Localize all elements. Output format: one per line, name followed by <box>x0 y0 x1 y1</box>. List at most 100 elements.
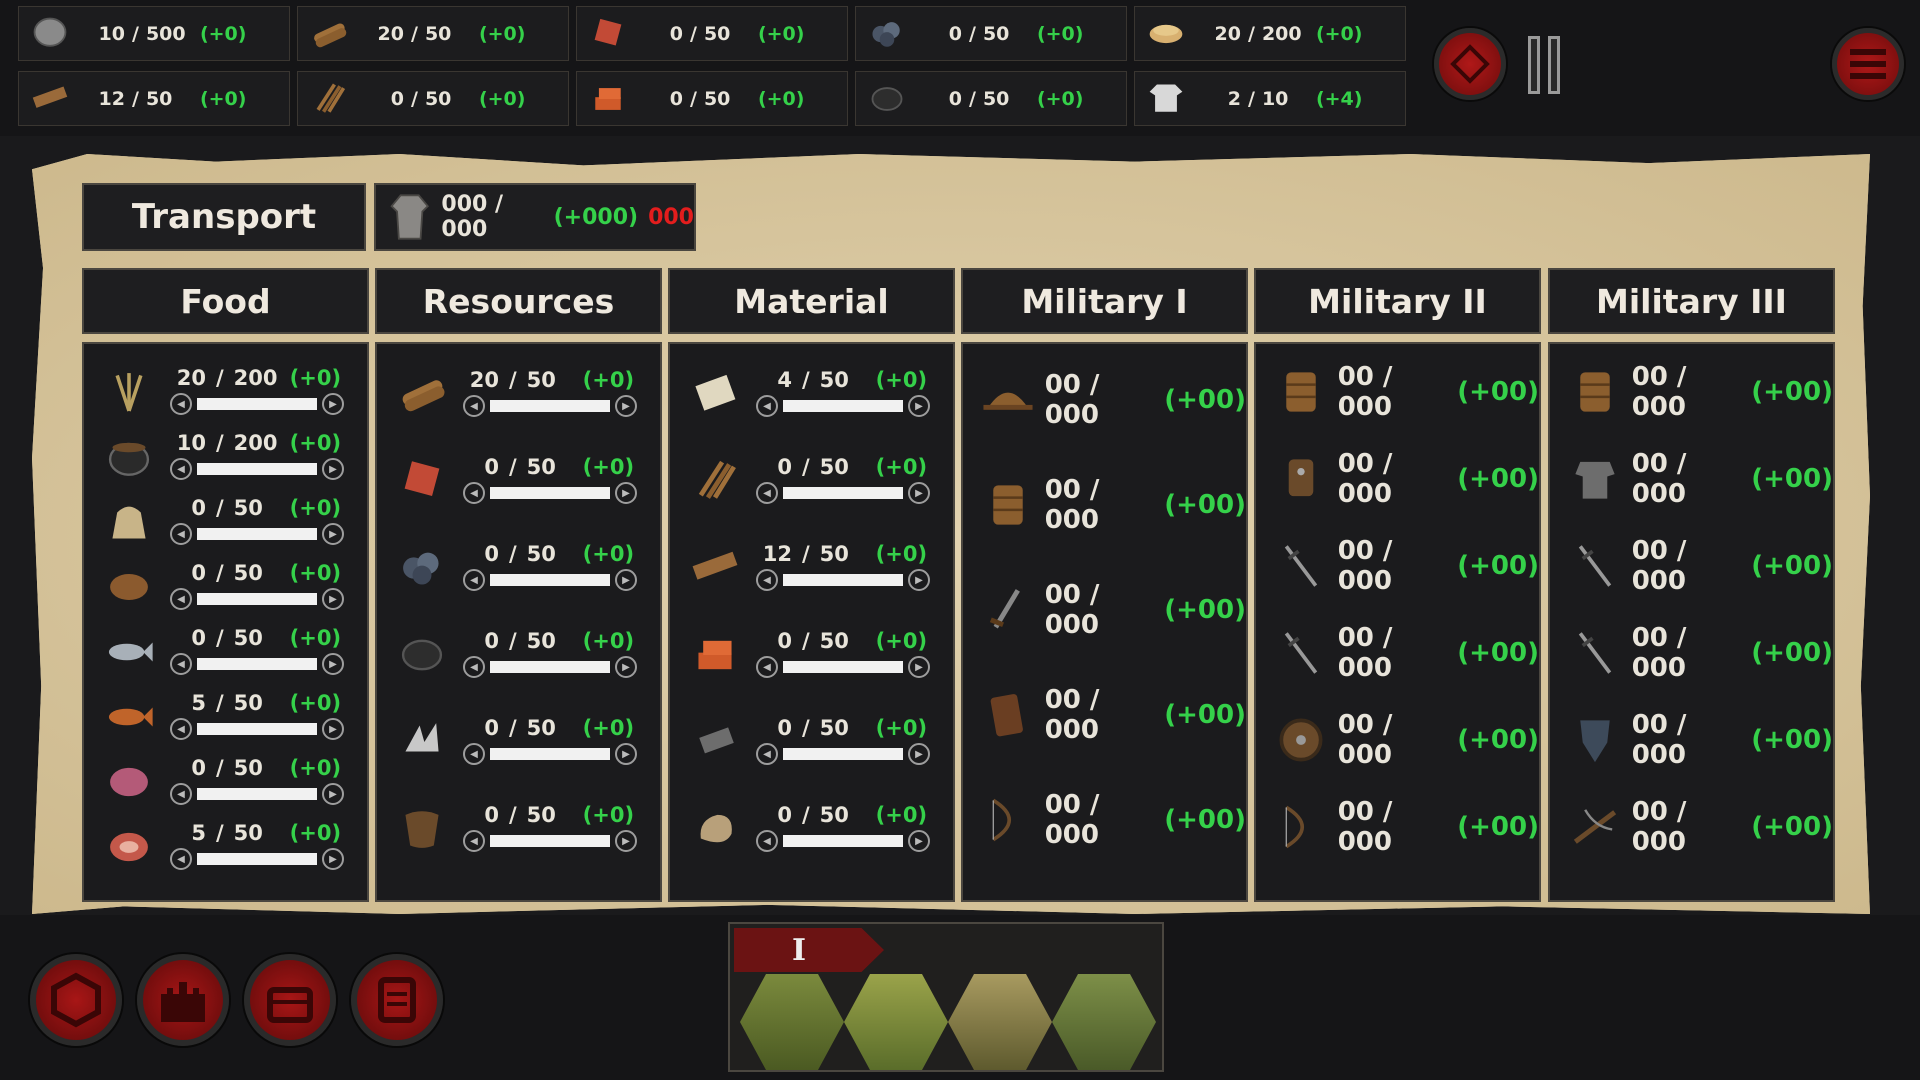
decrease-arrow-icon[interactable]: ◀ <box>170 848 192 870</box>
objectives-button[interactable] <box>1434 28 1506 100</box>
slider-track[interactable] <box>783 574 903 586</box>
increase-arrow-icon[interactable]: ▶ <box>615 830 637 852</box>
increase-arrow-icon[interactable]: ▶ <box>908 482 930 504</box>
allocation-slider[interactable]: ◀ ▶ <box>463 742 637 766</box>
decrease-arrow-icon[interactable]: ◀ <box>463 830 485 852</box>
build-button[interactable] <box>30 954 122 1046</box>
allocation-slider[interactable]: ◀ ▶ <box>756 394 930 418</box>
top-resource-slot[interactable]: 0 / 50 (+0) <box>576 6 848 61</box>
decrease-arrow-icon[interactable]: ◀ <box>170 718 192 740</box>
decrease-arrow-icon[interactable]: ◀ <box>463 743 485 765</box>
allocation-slider[interactable]: ◀ ▶ <box>170 392 344 416</box>
castle-button[interactable] <box>137 954 229 1046</box>
era-tab[interactable]: I <box>734 928 884 972</box>
allocation-slider[interactable]: ◀ ▶ <box>463 481 637 505</box>
slider-track[interactable] <box>197 528 317 540</box>
decrease-arrow-icon[interactable]: ◀ <box>756 569 778 591</box>
slider-track[interactable] <box>490 748 610 760</box>
slider-track[interactable] <box>783 661 903 673</box>
allocation-slider[interactable]: ◀ ▶ <box>463 829 637 853</box>
decrease-arrow-icon[interactable]: ◀ <box>170 393 192 415</box>
increase-arrow-icon[interactable]: ▶ <box>615 482 637 504</box>
slider-track[interactable] <box>197 463 317 475</box>
top-resource-slot[interactable]: 10 / 500 (+0) <box>18 6 290 61</box>
allocation-slider[interactable]: ◀ ▶ <box>170 587 344 611</box>
top-resource-slot[interactable]: 12 / 50 (+0) <box>18 71 290 126</box>
increase-arrow-icon[interactable]: ▶ <box>322 718 344 740</box>
top-resource-slot[interactable]: 20 / 50 (+0) <box>297 6 569 61</box>
slider-track[interactable] <box>783 748 903 760</box>
allocation-slider[interactable]: ◀ ▶ <box>756 481 930 505</box>
transport-tab[interactable]: Transport <box>82 183 366 251</box>
category-tab-military3[interactable]: Military III <box>1548 268 1835 334</box>
category-tab-military1[interactable]: Military I <box>961 268 1248 334</box>
increase-arrow-icon[interactable]: ▶ <box>322 783 344 805</box>
allocation-slider[interactable]: ◀ ▶ <box>463 655 637 679</box>
increase-arrow-icon[interactable]: ▶ <box>322 588 344 610</box>
allocation-slider[interactable]: ◀ ▶ <box>170 457 344 481</box>
top-resource-slot[interactable]: 0 / 50 (+0) <box>576 71 848 126</box>
decrease-arrow-icon[interactable]: ◀ <box>463 395 485 417</box>
slider-track[interactable] <box>783 400 903 412</box>
increase-arrow-icon[interactable]: ▶ <box>908 656 930 678</box>
slider-track[interactable] <box>197 658 317 670</box>
increase-arrow-icon[interactable]: ▶ <box>322 653 344 675</box>
decrease-arrow-icon[interactable]: ◀ <box>463 569 485 591</box>
increase-arrow-icon[interactable]: ▶ <box>615 743 637 765</box>
decrease-arrow-icon[interactable]: ◀ <box>756 395 778 417</box>
slider-track[interactable] <box>490 661 610 673</box>
pause-button[interactable] <box>1528 36 1568 94</box>
increase-arrow-icon[interactable]: ▶ <box>908 395 930 417</box>
slider-track[interactable] <box>197 788 317 800</box>
quests-button[interactable] <box>351 954 443 1046</box>
increase-arrow-icon[interactable]: ▶ <box>322 523 344 545</box>
allocation-slider[interactable]: ◀ ▶ <box>170 652 344 676</box>
menu-button[interactable] <box>1832 28 1904 100</box>
slider-track[interactable] <box>197 593 317 605</box>
category-tab-food[interactable]: Food <box>82 268 369 334</box>
increase-arrow-icon[interactable]: ▶ <box>615 656 637 678</box>
category-tab-military2[interactable]: Military II <box>1254 268 1541 334</box>
allocation-slider[interactable]: ◀ ▶ <box>756 655 930 679</box>
slider-track[interactable] <box>490 400 610 412</box>
storage-button[interactable] <box>244 954 336 1046</box>
allocation-slider[interactable]: ◀ ▶ <box>170 717 344 741</box>
allocation-slider[interactable]: ◀ ▶ <box>170 522 344 546</box>
slider-track[interactable] <box>490 487 610 499</box>
decrease-arrow-icon[interactable]: ◀ <box>756 743 778 765</box>
increase-arrow-icon[interactable]: ▶ <box>615 569 637 591</box>
top-resource-slot[interactable]: 20 / 200 (+0) <box>1134 6 1406 61</box>
allocation-slider[interactable]: ◀ ▶ <box>170 782 344 806</box>
decrease-arrow-icon[interactable]: ◀ <box>463 656 485 678</box>
decrease-arrow-icon[interactable]: ◀ <box>170 458 192 480</box>
allocation-slider[interactable]: ◀ ▶ <box>756 742 930 766</box>
slider-track[interactable] <box>197 398 317 410</box>
category-tab-resources[interactable]: Resources <box>375 268 662 334</box>
decrease-arrow-icon[interactable]: ◀ <box>463 482 485 504</box>
decrease-arrow-icon[interactable]: ◀ <box>756 482 778 504</box>
decrease-arrow-icon[interactable]: ◀ <box>756 656 778 678</box>
slider-track[interactable] <box>490 835 610 847</box>
decrease-arrow-icon[interactable]: ◀ <box>170 653 192 675</box>
increase-arrow-icon[interactable]: ▶ <box>908 830 930 852</box>
slider-track[interactable] <box>490 574 610 586</box>
slider-track[interactable] <box>197 853 317 865</box>
era-tile-town[interactable] <box>1052 974 1156 1070</box>
allocation-slider[interactable]: ◀ ▶ <box>756 568 930 592</box>
decrease-arrow-icon[interactable]: ◀ <box>170 523 192 545</box>
era-tile-village[interactable] <box>948 974 1052 1070</box>
era-tile-fields[interactable] <box>844 974 948 1070</box>
allocation-slider[interactable]: ◀ ▶ <box>756 829 930 853</box>
increase-arrow-icon[interactable]: ▶ <box>322 848 344 870</box>
decrease-arrow-icon[interactable]: ◀ <box>170 783 192 805</box>
increase-arrow-icon[interactable]: ▶ <box>908 743 930 765</box>
increase-arrow-icon[interactable]: ▶ <box>322 458 344 480</box>
slider-track[interactable] <box>783 835 903 847</box>
decrease-arrow-icon[interactable]: ◀ <box>756 830 778 852</box>
increase-arrow-icon[interactable]: ▶ <box>615 395 637 417</box>
slider-track[interactable] <box>783 487 903 499</box>
top-resource-slot[interactable]: 0 / 50 (+0) <box>297 71 569 126</box>
category-tab-material[interactable]: Material <box>668 268 955 334</box>
increase-arrow-icon[interactable]: ▶ <box>322 393 344 415</box>
slider-track[interactable] <box>197 723 317 735</box>
